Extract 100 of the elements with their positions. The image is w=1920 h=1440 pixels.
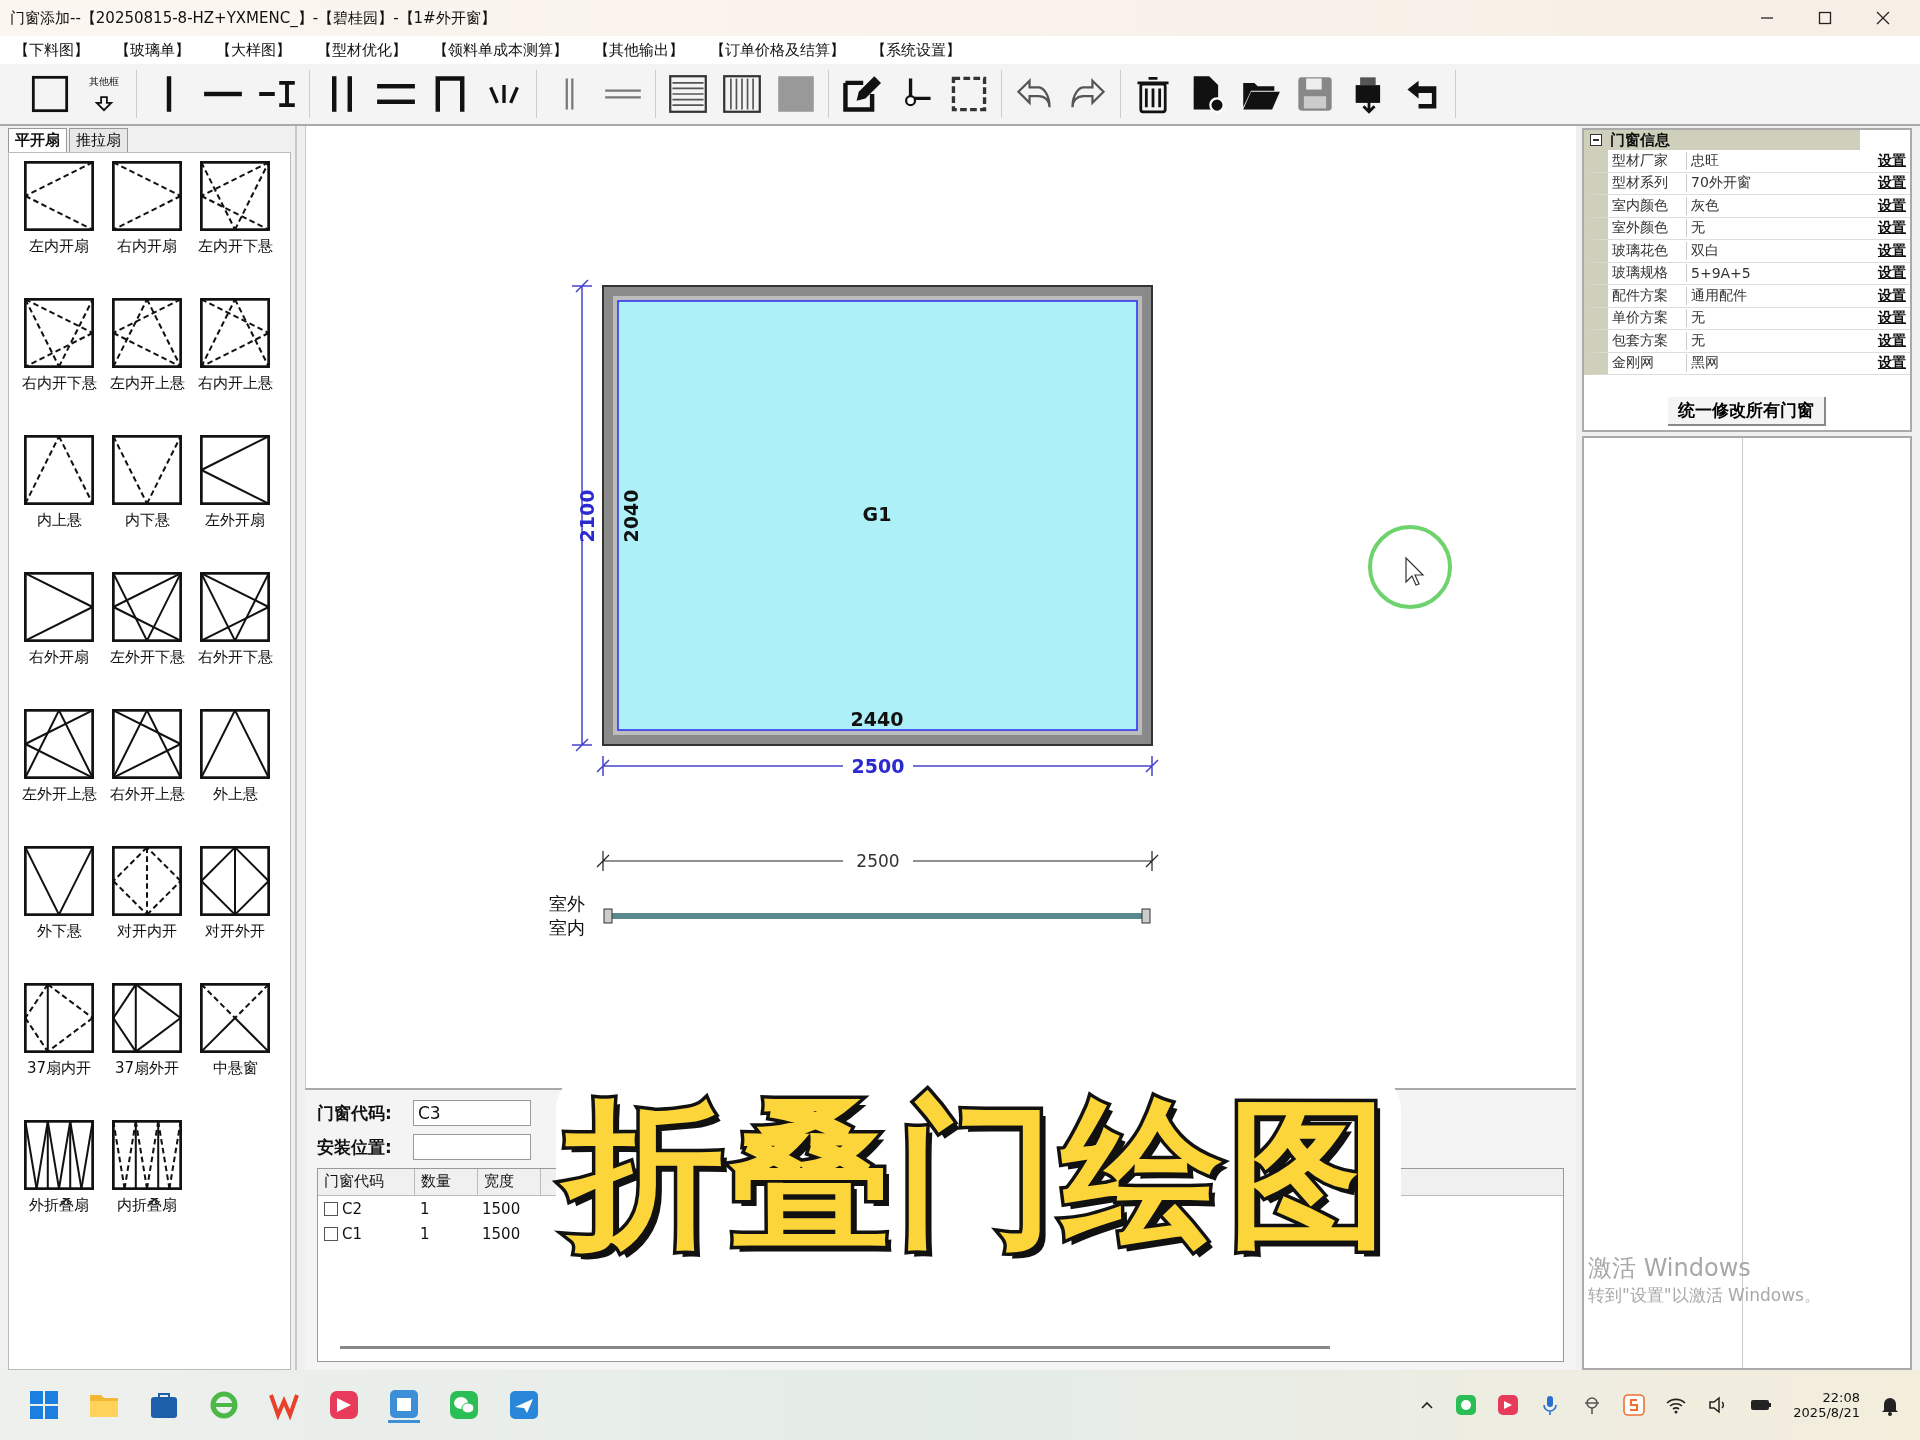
property-value: 5+9A+5	[1690, 265, 1752, 282]
maximize-icon[interactable]	[1818, 11, 1832, 25]
sash-opening-icon[interactable]	[198, 707, 272, 781]
modify-all-button[interactable]: 统一修改所有门窗	[1668, 397, 1826, 426]
column-header[interactable]: 宽度	[478, 1169, 541, 1195]
activation-watermark-title: 激活 Windows	[1588, 1253, 1752, 1284]
frame-width-label: 2500	[851, 755, 905, 777]
property-value: 灰色	[1690, 196, 1720, 215]
save-icon[interactable]	[1295, 74, 1335, 114]
clock-time[interactable]: 22:08	[1822, 1390, 1860, 1405]
property-value: 通用配件	[1690, 286, 1748, 305]
sash-opening-icon[interactable]	[198, 296, 272, 370]
collapse-icon[interactable]	[1590, 134, 1602, 146]
property-value: 无	[1690, 331, 1706, 350]
start-icon[interactable]	[28, 1389, 60, 1421]
menu-item[interactable]: 【领料单成本测算】	[433, 40, 568, 60]
table-cell: 1500	[482, 1199, 521, 1218]
close-icon[interactable]	[1876, 11, 1890, 25]
sash-opening-icon[interactable]	[198, 433, 272, 507]
sash-opening-icon[interactable]	[110, 981, 184, 1055]
field-label: 安装位置:	[317, 1135, 393, 1159]
sash-opening-icon[interactable]	[22, 433, 96, 507]
menu-item[interactable]: 【大样图】	[216, 40, 291, 60]
menu-item[interactable]: 【型材优化】	[317, 40, 407, 60]
row-checkbox[interactable]	[324, 1226, 338, 1241]
menu-item[interactable]: 【其他输出】	[594, 40, 684, 60]
input-field[interactable]	[413, 1134, 531, 1160]
set-link[interactable]: 设置	[1878, 354, 1910, 373]
sash-opening-icon[interactable]	[110, 570, 184, 644]
sash-opening-icon[interactable]	[22, 159, 96, 233]
activation-watermark-hint: 转到"设置"以激活 Windows。	[1588, 1284, 1821, 1307]
horizontal-scrollbar[interactable]	[340, 1346, 1330, 1349]
input-field[interactable]: C3	[413, 1100, 531, 1126]
menu-item[interactable]: 【系统设置】	[871, 40, 961, 60]
property-value: 70外开窗	[1690, 174, 1752, 193]
sash-opening-icon[interactable]	[198, 981, 272, 1055]
horizontal-lines-icon[interactable]	[668, 74, 708, 114]
sash-opening-icon[interactable]	[22, 570, 96, 644]
sash-opening-icon[interactable]	[22, 844, 96, 918]
edit-icon[interactable]	[841, 74, 881, 114]
sash-opening-icon[interactable]	[22, 981, 96, 1055]
set-link[interactable]: 设置	[1878, 219, 1910, 238]
sash-type-label: 内折叠扇	[117, 1196, 177, 1215]
filled-square-icon[interactable]	[776, 74, 816, 114]
glass-width-label: 2440	[850, 708, 904, 730]
sash-opening-icon[interactable]	[110, 707, 184, 781]
sash-type-label: 右外开扇	[29, 648, 89, 667]
set-link[interactable]: 设置	[1878, 196, 1910, 215]
sash-opening-icon[interactable]	[22, 707, 96, 781]
sash-opening-icon[interactable]	[198, 844, 272, 918]
sash-folding-icon[interactable]	[110, 1118, 184, 1192]
row-checkbox[interactable]	[324, 1201, 338, 1216]
window-app-icon[interactable]	[388, 1387, 420, 1423]
section-width-label: 2500	[856, 851, 900, 871]
sash-opening-icon[interactable]	[22, 296, 96, 370]
set-link[interactable]: 设置	[1878, 174, 1910, 193]
frame-icon[interactable]	[30, 74, 70, 114]
set-link[interactable]: 设置	[1878, 264, 1910, 283]
play-app-icon[interactable]	[328, 1389, 360, 1421]
window-title: 门窗添加--【20250815-8-HZ+YXMENC_】-【碧桂园】-【1#外开窗】	[10, 8, 496, 28]
sash-type-label: 左内开上悬	[109, 374, 185, 393]
sash-opening-icon[interactable]	[110, 433, 184, 507]
sash-folding-icon[interactable]	[22, 1118, 96, 1192]
panel-tab[interactable]: 平开扇	[8, 128, 67, 152]
property-name: 配件方案	[1608, 286, 1687, 305]
sash-opening-icon[interactable]	[198, 159, 272, 233]
vertical-lines-icon[interactable]	[722, 74, 762, 114]
set-link[interactable]: 设置	[1878, 286, 1910, 305]
property-value: 无	[1690, 309, 1706, 328]
set-link[interactable]: 设置	[1878, 331, 1910, 350]
property-name: 玻璃规格	[1608, 264, 1687, 283]
set-link[interactable]: 设置	[1878, 151, 1910, 170]
sash-type-label: 右内开下悬	[21, 374, 97, 393]
inside-label: 室内	[549, 917, 585, 938]
letter-s-tray-icon[interactable]	[1623, 1394, 1646, 1416]
set-link[interactable]: 设置	[1878, 241, 1910, 260]
menu-item[interactable]: 【订单价格及结算】	[710, 40, 845, 60]
sash-type-label: 内下悬	[124, 511, 170, 530]
property-value: 无	[1690, 219, 1706, 238]
sash-type-label: 外上悬	[212, 785, 258, 804]
set-link[interactable]: 设置	[1878, 309, 1910, 328]
menu-item[interactable]: 【玻璃单】	[115, 40, 190, 60]
tool-caption: 其他框	[89, 75, 119, 87]
property-name: 玻璃花色	[1608, 241, 1687, 260]
corner-frame-icon[interactable]	[949, 74, 989, 114]
column-header[interactable]: 门窗代码	[318, 1169, 415, 1195]
panel-tab[interactable]: 推拉扇	[69, 128, 128, 152]
menu-item[interactable]: 【下料图】	[14, 40, 89, 60]
mail-icon[interactable]	[508, 1389, 540, 1421]
play-tray-icon[interactable]	[1497, 1394, 1520, 1416]
table-cell: 1500	[482, 1224, 521, 1243]
sash-opening-icon[interactable]	[110, 296, 184, 370]
clock-date[interactable]: 2025/8/21	[1793, 1405, 1860, 1420]
sash-opening-icon[interactable]	[198, 570, 272, 644]
property-name: 包套方案	[1608, 331, 1687, 350]
sash-opening-icon[interactable]	[110, 844, 184, 918]
sash-type-label: 37扇外开	[114, 1059, 180, 1078]
column-header[interactable]: 数量	[415, 1169, 478, 1195]
sash-type-label: 外折叠扇	[29, 1196, 89, 1215]
sash-opening-icon[interactable]	[110, 159, 184, 233]
